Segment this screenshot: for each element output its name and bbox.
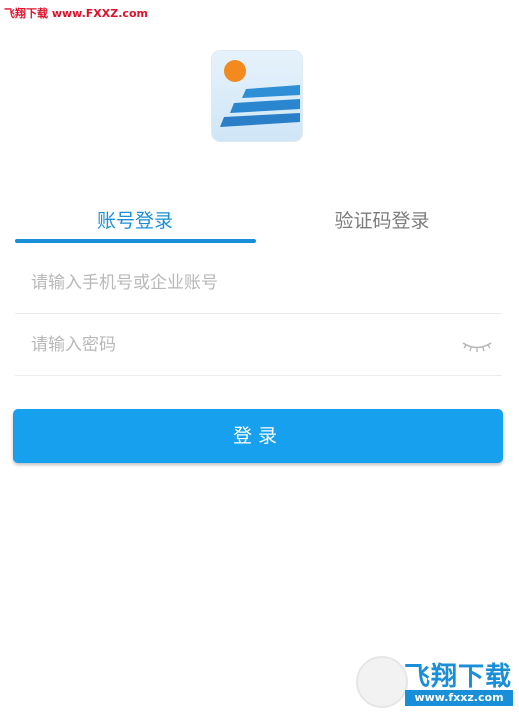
- watermark-url: www.fxxz.com: [405, 690, 513, 706]
- tab-account-login[interactable]: 账号登录: [35, 206, 235, 233]
- login-tabs: 账号登录 验证码登录: [0, 200, 519, 246]
- watermark-logo-icon: [356, 656, 408, 708]
- watermark-title: 飞翔下载: [404, 662, 513, 692]
- login-button[interactable]: 登录: [13, 409, 503, 463]
- active-tab-indicator: [15, 239, 256, 243]
- eye-closed-icon[interactable]: [460, 335, 494, 357]
- password-input[interactable]: [29, 329, 453, 361]
- tab-code-login[interactable]: 验证码登录: [282, 206, 482, 233]
- bottom-watermark: 飞翔下载 www.fxxz.com: [352, 654, 519, 712]
- account-input[interactable]: [29, 267, 453, 299]
- password-field: [15, 315, 502, 376]
- app-logo-icon: [212, 51, 302, 141]
- account-field: [15, 253, 502, 314]
- top-watermark: 飞翔下载 www.FXXZ.com: [4, 7, 148, 20]
